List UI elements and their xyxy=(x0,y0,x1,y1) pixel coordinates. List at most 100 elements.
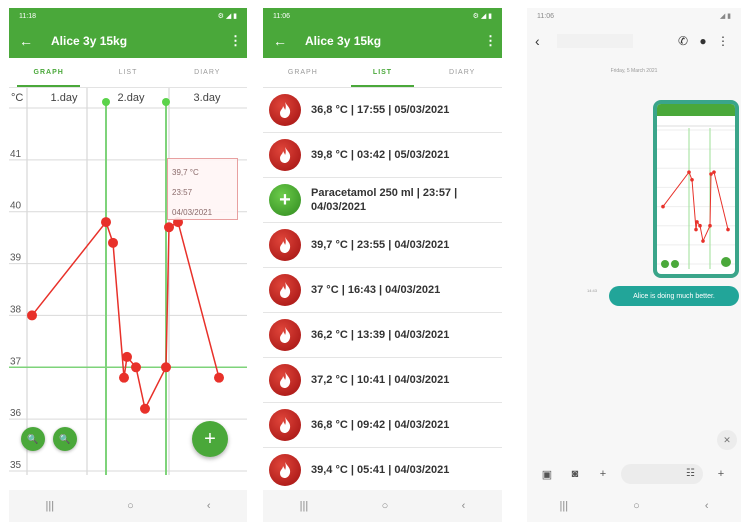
flame-icon xyxy=(269,229,301,261)
list-item[interactable]: 39,8 °C | 03:42 | 05/03/2021 xyxy=(263,133,502,178)
list-item[interactable]: 39,4 °C | 05:41 | 04/03/2021 xyxy=(263,448,502,488)
thumb-point xyxy=(661,204,665,209)
send-icon[interactable]: + xyxy=(707,468,735,480)
list-item[interactable]: + Paracetamol 250 ml | 23:57 | 04/03/2021 xyxy=(263,178,502,223)
list-item-text: 36,8 °C | 09:42 | 04/03/2021 xyxy=(311,419,450,431)
gallery-icon[interactable]: ▣ xyxy=(533,468,561,481)
system-nav-bar: ||| ○ ‹ xyxy=(9,490,247,522)
phone-graph-screen: 11:18 ⚙ ◢ ▮ ← Alice 3y 15kg ⋮ GRAPH LIST… xyxy=(9,8,247,522)
recent-apps-button[interactable]: ||| xyxy=(300,500,309,512)
zoom-out-button[interactable]: 🔍 xyxy=(53,427,77,451)
cursor-handle xyxy=(102,98,110,106)
list-item-text: Paracetamol 250 ml | 23:57 | 04/03/2021 xyxy=(311,187,458,213)
video-call-icon[interactable]: ● xyxy=(693,34,713,48)
contact-name-redacted[interactable] xyxy=(557,34,633,48)
recent-apps-button[interactable]: ||| xyxy=(46,500,55,512)
flame-icon xyxy=(269,94,301,126)
list-item[interactable]: 36,8 °C | 17:55 | 05/03/2021 xyxy=(263,88,502,133)
temperature-graph[interactable]: °C 1.day 2.day 3.day 41 40 39 38 37 36 35 39,7 °C … xyxy=(9,88,247,475)
overflow-menu-icon[interactable]: ⋮ xyxy=(484,33,497,49)
phone-call-icon[interactable]: ✆ xyxy=(673,34,693,48)
tab-list[interactable]: LIST xyxy=(88,58,167,87)
back-arrow-icon[interactable]: ← xyxy=(273,33,291,49)
list-item[interactable]: 39,7 °C | 23:55 | 04/03/2021 xyxy=(263,223,502,268)
page-title: Alice 3y 15kg xyxy=(305,34,382,48)
data-point xyxy=(27,310,37,321)
list-item-text: 36,2 °C | 13:39 | 04/03/2021 xyxy=(311,329,450,341)
tab-graph[interactable]: GRAPH xyxy=(263,58,343,87)
recent-apps-button[interactable]: ||| xyxy=(560,500,569,512)
home-button[interactable]: ○ xyxy=(382,500,389,512)
image-message[interactable] xyxy=(653,100,739,278)
overflow-menu-icon[interactable]: ⋮ xyxy=(229,33,242,49)
y-tick-label: 35 xyxy=(10,460,22,471)
message-input[interactable]: ☷ xyxy=(621,464,703,484)
tab-graph[interactable]: GRAPH xyxy=(9,58,88,87)
status-bar: 11:06 ◢ ▮ xyxy=(527,8,741,24)
y-tick-label: 39 xyxy=(10,253,22,264)
home-button[interactable]: ○ xyxy=(127,500,134,512)
day-label: 3.day xyxy=(194,92,221,104)
text-message[interactable]: Alice is doing much better. xyxy=(609,286,739,306)
close-icon: ✕ xyxy=(723,434,731,445)
flame-icon xyxy=(269,364,301,396)
thumb-zoom xyxy=(671,260,679,268)
thumb-point xyxy=(709,172,713,176)
home-button[interactable]: ○ xyxy=(633,500,640,512)
add-measurement-button[interactable]: + xyxy=(192,421,228,457)
data-point-tooltip: 39,7 °C 23:57 04/03/2021 xyxy=(167,158,238,220)
thumb-zoom xyxy=(661,260,669,268)
y-tick-label: 40 xyxy=(10,201,22,212)
zoom-in-button[interactable]: 🔍 xyxy=(21,427,45,451)
app-bar: ← Alice 3y 15kg ⋮ xyxy=(9,24,247,58)
thumb-point xyxy=(690,177,694,182)
day-label: 1.day xyxy=(51,92,78,104)
list-item[interactable]: 36,2 °C | 13:39 | 04/03/2021 xyxy=(263,313,502,358)
y-unit-label: °C xyxy=(11,92,23,104)
list-item-text: 39,7 °C | 23:55 | 04/03/2021 xyxy=(311,239,450,251)
back-arrow-icon[interactable]: ← xyxy=(19,33,37,49)
flame-icon xyxy=(269,274,301,306)
list-item[interactable]: 37 °C | 16:43 | 04/03/2021 xyxy=(263,268,502,313)
camera-icon[interactable]: ◙ xyxy=(561,468,589,480)
y-tick-label: 37 xyxy=(10,356,22,367)
tab-diary[interactable]: DIARY xyxy=(422,58,502,87)
back-chevron-icon[interactable]: ‹ xyxy=(535,33,557,49)
back-button[interactable]: ‹ xyxy=(207,500,211,512)
thumb-point xyxy=(708,223,712,228)
status-bar: 11:06 ⚙ ◢ ▮ xyxy=(263,8,502,24)
data-point xyxy=(101,217,111,228)
y-tick-label: 36 xyxy=(10,408,22,419)
tab-diary[interactable]: DIARY xyxy=(168,58,247,87)
y-tick-label: 41 xyxy=(10,149,22,160)
system-nav-bar: ||| ○ ‹ xyxy=(527,490,741,522)
status-icons: ⚙ ◢ ▮ xyxy=(472,13,492,20)
status-time: 11:06 xyxy=(537,12,554,20)
list-item-text: 39,4 °C | 05:41 | 04/03/2021 xyxy=(311,464,450,476)
thumb-point xyxy=(698,223,702,228)
tab-list[interactable]: LIST xyxy=(343,58,423,87)
sticker-icon[interactable]: ☷ xyxy=(686,468,695,479)
list-item[interactable]: 37,2 °C | 10:41 | 04/03/2021 xyxy=(263,358,502,403)
tooltip-date: 04/03/2021 xyxy=(172,208,213,217)
data-point xyxy=(119,372,129,383)
data-point xyxy=(214,372,224,383)
system-nav-bar: ||| ○ ‹ xyxy=(263,490,502,522)
back-button[interactable]: ‹ xyxy=(705,500,709,512)
thumbnail-chart xyxy=(657,104,735,269)
list-item-text: 37 °C | 16:43 | 04/03/2021 xyxy=(311,284,441,296)
back-button[interactable]: ‹ xyxy=(462,500,466,512)
overflow-menu-icon[interactable]: ⋮ xyxy=(713,34,733,48)
flame-icon xyxy=(269,409,301,441)
close-button[interactable]: ✕ xyxy=(717,430,737,450)
status-time: 11:18 xyxy=(19,12,36,20)
thumb-appbar xyxy=(657,104,735,116)
data-point xyxy=(122,351,132,362)
plus-icon: + xyxy=(204,427,216,450)
chat-header: ‹ ✆ ● ⋮ xyxy=(527,24,741,58)
list-item-text: 37,2 °C | 10:41 | 04/03/2021 xyxy=(311,374,450,386)
page-title: Alice 3y 15kg xyxy=(51,34,128,48)
attach-plus-icon[interactable]: + xyxy=(589,468,617,480)
list-item[interactable]: 36,8 °C | 09:42 | 04/03/2021 xyxy=(263,403,502,448)
status-icons: ⚙ ◢ ▮ xyxy=(217,13,237,20)
